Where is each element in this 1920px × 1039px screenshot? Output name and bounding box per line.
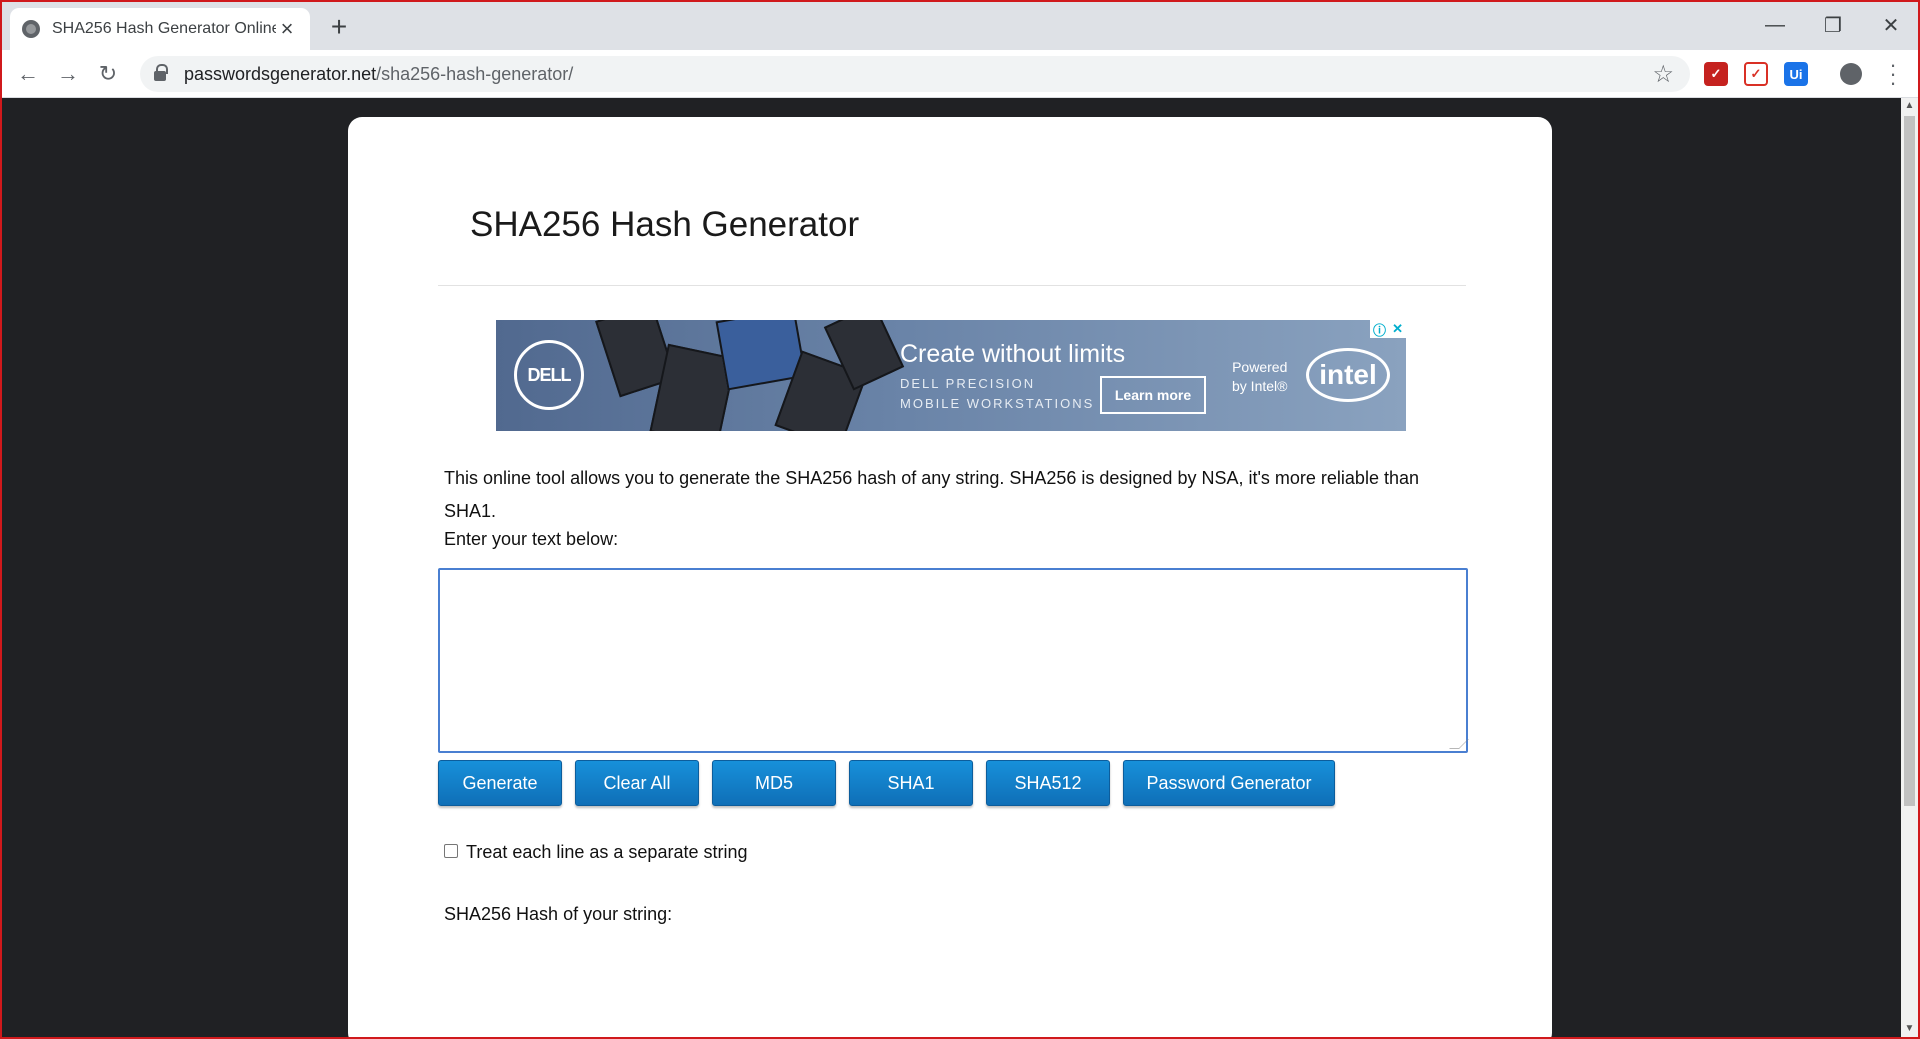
action-buttons: Generate Clear All MD5 SHA1 SHA512 Passw… [438,760,1335,806]
text-input[interactable] [438,568,1468,753]
close-tab-icon[interactable]: × [276,18,298,40]
ad-subline-2: MOBILE WORKSTATIONS [900,396,1095,411]
ad-powered-by: Powered by Intel® [1232,358,1287,396]
new-tab-button[interactable]: + [325,13,353,42]
result-label: SHA256 Hash of your string: [444,904,673,924]
separate-lines-label: Treat each line as a separate string [466,842,748,862]
laptops-image [595,320,905,431]
generate-button[interactable]: Generate [438,760,562,806]
ad-powered-line-1: Powered [1232,359,1288,375]
separate-lines-checkbox[interactable] [444,843,458,858]
ad-banner[interactable]: DELL Create without limits DELL PRECISIO… [496,320,1406,431]
bookmark-star-icon[interactable]: ☆ [1652,60,1674,89]
ad-headline: Create without limits [900,340,1126,368]
ad-powered-line-2: by Intel® [1232,378,1288,394]
scroll-thumb[interactable] [1904,116,1915,806]
extension-ui-icon[interactable]: Ui [1784,62,1808,86]
url-host: passwordsgenerator.net [184,63,377,84]
ad-subline-1: DELL PRECISION [900,376,1036,391]
clear-all-button[interactable]: Clear All [575,760,699,806]
ad-info-icon[interactable]: ⓘ [1373,320,1386,339]
back-button[interactable]: ← [14,60,42,88]
address-bar[interactable]: passwordsgenerator.net/sha256-hash-gener… [140,56,1690,92]
globe-icon [22,20,40,38]
page-scrollbar[interactable]: ▲ ▼ [1901,98,1918,1037]
sha1-button[interactable]: SHA1 [849,760,973,806]
browser-menu-icon[interactable]: · · · [1886,54,1900,94]
url-path: /sha256-hash-generator/ [376,63,574,84]
close-window-button[interactable]: ✕ [1862,0,1920,50]
ad-learn-more-button[interactable]: Learn more [1100,376,1206,414]
extension-red-shield-icon[interactable]: ✓ [1704,62,1728,86]
ad-choices[interactable]: ⓘ ✕ [1370,320,1406,338]
page-title: SHA256 Hash Generator [470,205,860,244]
title-divider [438,285,1466,286]
reload-button[interactable]: ↻ [94,60,122,88]
dell-logo: DELL [514,340,584,410]
input-label: Enter your text below: [444,529,619,549]
md5-button[interactable]: MD5 [712,760,836,806]
content-card: SHA256 Hash Generator DELL Create withou… [348,117,1552,1039]
lock-icon [154,64,168,81]
minimize-button[interactable]: — [1746,0,1804,50]
ad-subline: DELL PRECISION MOBILE WORKSTATIONS [900,374,1094,414]
tab-strip: SHA256 Hash Generator Online × + — ❐ ✕ [0,0,1920,50]
restore-button[interactable]: ❐ [1804,0,1862,50]
extension-pdf-icon[interactable]: ✓ [1744,62,1768,86]
window-controls: — ❐ ✕ [1746,0,1920,50]
scroll-down-arrow-icon[interactable]: ▼ [1901,1021,1918,1037]
profile-avatar-icon[interactable] [1840,63,1862,85]
browser-toolbar: ← → ↻ passwordsgenerator.net/sha256-hash… [0,50,1920,98]
browser-tab[interactable]: SHA256 Hash Generator Online × [10,8,310,50]
sha512-button[interactable]: SHA512 [986,760,1110,806]
scroll-up-arrow-icon[interactable]: ▲ [1901,98,1918,114]
tab-title: SHA256 Hash Generator Online [52,20,276,37]
tool-description: This online tool allows you to generate … [444,468,1419,521]
separate-lines-option[interactable]: Treat each line as a separate string [444,842,748,863]
password-generator-button[interactable]: Password Generator [1123,760,1335,806]
forward-button[interactable]: → [54,60,82,88]
ad-close-icon[interactable]: ✕ [1392,321,1403,337]
intel-logo: intel [1306,348,1390,402]
